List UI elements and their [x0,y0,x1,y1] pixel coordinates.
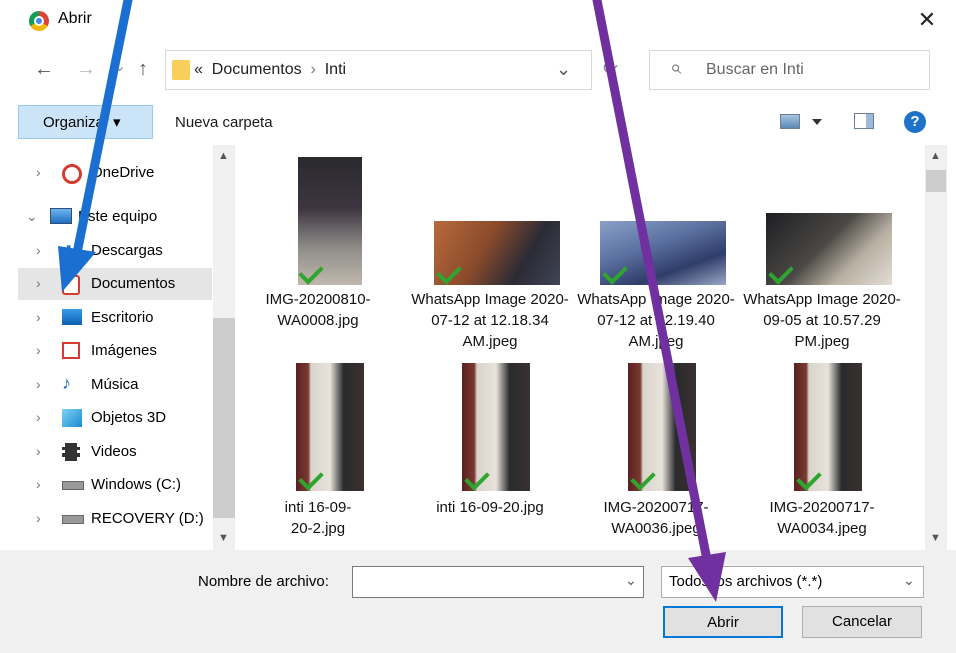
blue-annotation-arrow [58,0,133,292]
annotation-overlay [58,0,726,602]
purple-annotation-arrow [592,0,726,602]
